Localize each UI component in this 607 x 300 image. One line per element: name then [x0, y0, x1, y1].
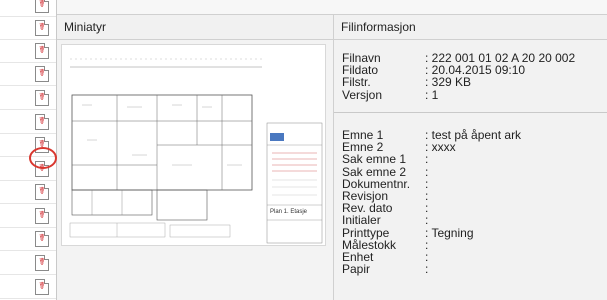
selected-file-highlight [29, 147, 57, 169]
file-list-row[interactable]: ☤ [0, 205, 56, 228]
file-info-block: Filnavn: 222 001 01 02 A 20 20 002 Fildat… [342, 52, 575, 101]
pdf-file-icon[interactable]: ☤ [35, 90, 49, 106]
file-list-row[interactable]: ☤ [0, 252, 56, 275]
file-list-row[interactable]: ☤ [0, 17, 56, 40]
pdf-file-icon[interactable]: ☤ [35, 43, 49, 59]
info-key: Versjon [342, 87, 383, 102]
info-value: : [425, 262, 429, 277]
info-value: : [425, 164, 429, 179]
info-value: : xxxx [425, 140, 456, 155]
fileinfo-header: Filinformasjon [334, 14, 607, 40]
fileinfo-area: Filnavn: 222 001 01 02 A 20 20 002 Fildat… [334, 40, 607, 300]
info-value: : [425, 213, 429, 228]
info-key: Filstr. [342, 75, 371, 90]
file-list-row[interactable]: ☤ [0, 276, 56, 299]
info-row: Initialer: [342, 214, 521, 226]
pdf-logo-icon: ☤ [38, 257, 46, 268]
info-key: Papir [342, 262, 371, 277]
file-preview-panel: Miniatyr Filinformasjon Plan 1. Etasje F… [56, 0, 607, 300]
pdf-logo-icon: ☤ [38, 186, 46, 197]
drawing-thumbnail[interactable]: Plan 1. Etasje [61, 44, 326, 246]
info-row: Papir: [342, 263, 521, 275]
pdf-logo-icon: ☤ [38, 233, 46, 244]
file-list-row[interactable]: ☤ [0, 87, 56, 110]
pdf-logo-icon: ☤ [38, 68, 46, 79]
pdf-file-icon[interactable]: ☤ [35, 114, 49, 130]
file-list-row[interactable]: ☤ [0, 111, 56, 134]
info-row: Versjon : 1 [342, 87, 575, 102]
pdf-logo-icon: ☤ [38, 22, 46, 33]
pdf-file-icon[interactable]: ☤ [35, 279, 49, 295]
pdf-file-icon[interactable]: ☤ [35, 208, 49, 224]
file-list-row[interactable]: ☤ [0, 228, 56, 251]
info-key: Initialer [342, 213, 381, 228]
file-list-row[interactable]: ☤ [0, 63, 56, 86]
pdf-logo-icon: ☤ [38, 45, 46, 56]
info-key: Printtype [342, 225, 390, 240]
meta-info-block: Emne 1: test på åpent ark Emne 2: xxxx Sak… [342, 129, 521, 275]
pdf-logo-icon: ☤ [38, 210, 46, 221]
file-list-row[interactable]: ☤ [0, 40, 56, 63]
plan-title-label: Plan 1. Etasje [270, 209, 308, 215]
info-row: Filstr. : 329 KB [342, 76, 575, 88]
pdf-logo-icon: ☤ [38, 92, 46, 103]
info-value: : 1 [425, 87, 439, 102]
info-row: Sak emne 1: [342, 153, 521, 165]
thumbnail-header: Miniatyr [57, 14, 334, 40]
info-row: Sak emne 2: [342, 164, 521, 179]
file-list-row[interactable]: ☤ [0, 181, 56, 204]
pdf-logo-icon: ☤ [38, 0, 46, 10]
file-list-row[interactable]: ☤ [0, 0, 56, 17]
pdf-file-icon[interactable]: ☤ [35, 66, 49, 82]
info-value: : [425, 152, 429, 167]
info-value: : Tegning [425, 225, 474, 240]
info-key: Sak emne 2 [342, 164, 407, 179]
thumbnail-area: Plan 1. Etasje [57, 40, 334, 300]
info-separator [334, 112, 607, 113]
pdf-file-icon[interactable]: ☤ [35, 255, 49, 271]
pdf-logo-icon: ☤ [38, 116, 46, 127]
pdf-file-icon[interactable]: ☤ [35, 0, 49, 13]
info-value: : 329 KB [425, 75, 472, 90]
info-row: Printtype : Tegning [342, 225, 521, 240]
pdf-file-icon[interactable]: ☤ [35, 20, 49, 36]
info-key: Sak emne 1 [342, 152, 407, 167]
pdf-file-icon[interactable]: ☤ [35, 231, 49, 247]
pdf-file-icon[interactable]: ☤ [35, 184, 49, 200]
pdf-logo-icon: ☤ [38, 281, 46, 292]
floor-plan-drawing [69, 58, 323, 244]
